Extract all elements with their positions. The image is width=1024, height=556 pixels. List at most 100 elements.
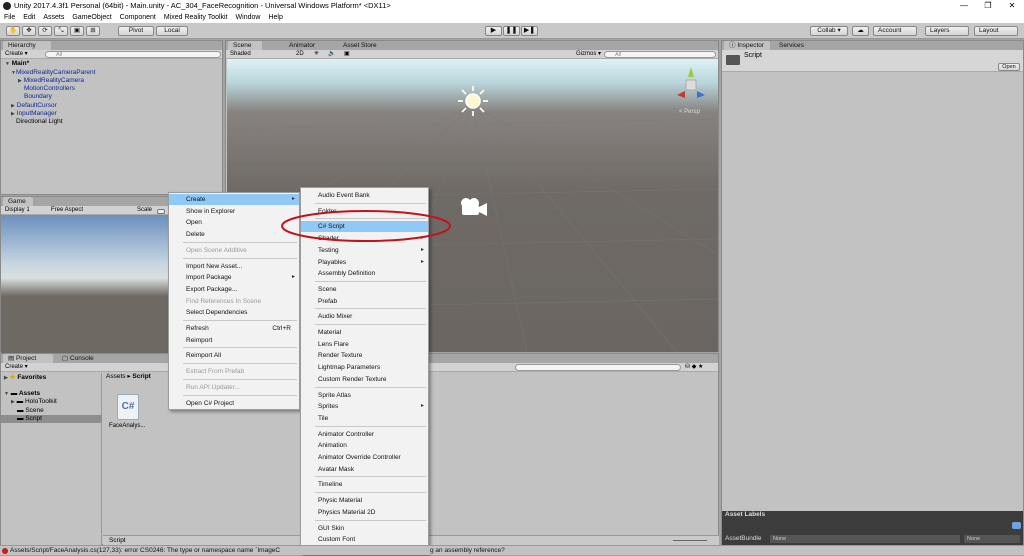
tab-project[interactable]: ▤ Project [3, 354, 53, 363]
sub-custom-render-texture[interactable]: Custom Render Texture [301, 374, 428, 385]
menu-gameobject[interactable]: GameObject [72, 12, 111, 23]
ctx-reimport-all[interactable]: Reimport All [169, 350, 299, 361]
folder-holotoolkit[interactable]: ▶ ▬ HoloToolkit [11, 398, 57, 406]
scale-slider-handle[interactable] [157, 209, 165, 214]
layers-dropdown[interactable]: Layers [925, 26, 969, 36]
ctx-reimport[interactable]: Reimport [169, 335, 299, 346]
display-dropdown[interactable]: Display 1 [5, 206, 30, 214]
local-toggle[interactable]: Local [156, 26, 188, 36]
sub-physic-material[interactable]: Physic Material [301, 495, 428, 506]
tab-hierarchy[interactable]: Hierarchy [3, 41, 51, 50]
sub-material[interactable]: Material [301, 327, 428, 338]
ctx-select-dependencies[interactable]: Select Dependencies [169, 307, 299, 318]
2d-toggle[interactable]: 2D [296, 50, 304, 58]
close-window-button[interactable]: ✕ [1000, 0, 1024, 12]
project-search-input[interactable] [515, 364, 681, 371]
assetbundle-variant-dropdown[interactable]: None [964, 535, 1020, 543]
menu-window[interactable]: Window [236, 12, 261, 23]
sub-custom-font[interactable]: Custom Font [301, 534, 428, 545]
play-button[interactable]: ▶ [485, 26, 502, 36]
tab-console[interactable]: ▢ Console [57, 354, 107, 363]
hierarchy-item-defaultcursor[interactable]: ▶ DefaultCursor [11, 102, 57, 110]
hierarchy-item-mixedrealitycameraparent[interactable]: ▼MixedRealityCameraParent [11, 69, 95, 77]
sub-playables[interactable]: Playables ▸ [301, 257, 428, 268]
hierarchy-item-motioncontrollers[interactable]: MotionControllers [24, 85, 75, 93]
folder-script-selected[interactable]: ▬ Script [1, 415, 102, 423]
tab-inspector[interactable]: ⓘ Inspector [724, 41, 770, 50]
scene-search-input[interactable]: All [604, 51, 716, 58]
sub-timeline[interactable]: Timeline [301, 479, 428, 490]
sub-animator-override-controller[interactable]: Animator Override Controller [301, 452, 428, 463]
tab-asset-store[interactable]: Asset Store [338, 41, 388, 50]
menu-help[interactable]: Help [268, 12, 282, 23]
account-dropdown[interactable]: Account [873, 26, 917, 36]
sub-sprite-atlas[interactable]: Sprite Atlas [301, 390, 428, 401]
ctx-open-scene-additive[interactable]: Open Scene Additive [169, 245, 299, 256]
ctx-find-references-in-scene[interactable]: Find References In Scene [169, 296, 299, 307]
sub-render-texture[interactable]: Render Texture [301, 350, 428, 361]
tab-services[interactable]: Services [774, 41, 814, 50]
camera-gizmo-icon[interactable] [458, 197, 490, 217]
effects-toggle-icon[interactable]: ▣ [344, 50, 350, 58]
move-tool-icon[interactable]: ✥ [22, 26, 36, 36]
sub-animation[interactable]: Animation [301, 440, 428, 451]
hierarchy-item-mixedrealitycamera[interactable]: ▶ MixedRealityCamera [18, 77, 84, 85]
open-button[interactable]: Open [998, 63, 1020, 71]
sub-animator-controller[interactable]: Animator Controller [301, 429, 428, 440]
csharp-file-icon[interactable]: C# [117, 394, 139, 420]
pause-button[interactable]: ❚❚ [503, 26, 520, 36]
menu-file[interactable]: File [4, 12, 15, 23]
sub-prefab[interactable]: Prefab [301, 296, 428, 307]
scene-orientation-gizmo[interactable] [671, 65, 711, 105]
hierarchy-item-inputmanager[interactable]: ▶ InputManager [11, 110, 57, 118]
project-create-button[interactable]: Create ▾ [5, 363, 28, 371]
hierarchy-item-directional-light[interactable]: Directional Light [16, 118, 63, 126]
shading-mode-dropdown[interactable]: Shaded [230, 50, 251, 58]
audio-toggle-icon[interactable]: 🔈 [328, 50, 335, 58]
menu-mixed-reality-toolkit[interactable]: Mixed Reality Toolkit [164, 12, 228, 23]
ctx-import-package[interactable]: Import Package ▸ [169, 272, 299, 283]
menu-assets[interactable]: Assets [43, 12, 64, 23]
cloud-icon[interactable]: ☁ [852, 26, 869, 36]
hand-tool-icon[interactable]: ✋ [6, 26, 20, 36]
assets-node[interactable]: ▼ ▬ Assets [4, 390, 40, 398]
lighting-toggle-icon[interactable]: ✳ [314, 50, 319, 58]
hierarchy-create-button[interactable]: Create ▾ [5, 50, 28, 58]
rect-tool-icon[interactable]: ▣ [70, 26, 84, 36]
sub-testing[interactable]: Testing ▸ [301, 245, 428, 256]
collab-dropdown[interactable]: Collab ▾ [810, 26, 848, 36]
icon-size-slider[interactable] [673, 540, 707, 541]
ctx-import-new-asset[interactable]: Import New Asset... [169, 261, 299, 272]
sub-sprites[interactable]: Sprites ▸ [301, 401, 428, 412]
breadcrumb-assets[interactable]: Assets [106, 373, 126, 380]
ctx-open-c-project[interactable]: Open C# Project [169, 398, 299, 409]
maximize-button[interactable]: ❐ [976, 0, 1000, 12]
status-bar[interactable]: Assets/Script/FaceAnalysis.cs(127,33): e… [0, 545, 1024, 555]
tab-scene[interactable]: Scene [228, 41, 262, 50]
perspective-label[interactable]: < Persp [679, 109, 700, 115]
sub-audio-event-bank[interactable]: Audio Event Bank [301, 190, 428, 201]
pivot-toggle[interactable]: Pivot [118, 26, 154, 36]
ctx-run-api-updater[interactable]: Run API Updater... [169, 382, 299, 393]
file-name-label[interactable]: FaceAnalys... [109, 422, 145, 430]
filter-icons[interactable]: ⛁ ◆ ★ [685, 363, 703, 371]
sub-scene[interactable]: Scene [301, 284, 428, 295]
menu-edit[interactable]: Edit [23, 12, 35, 23]
sub-physics-material-2d[interactable]: Physics Material 2D [301, 507, 428, 518]
ctx-refresh[interactable]: Refresh Ctrl+R [169, 323, 299, 334]
hierarchy-scene-main[interactable]: ▼ Main* [5, 60, 29, 68]
hierarchy-item-boundary[interactable]: Boundary [24, 93, 52, 101]
layout-dropdown[interactable]: Layout [974, 26, 1018, 36]
label-tag-icon[interactable] [1012, 522, 1021, 529]
step-button[interactable]: ▶❚ [521, 26, 538, 36]
directional-light-sun-icon[interactable] [457, 85, 489, 117]
menu-component[interactable]: Component [120, 12, 156, 23]
sub-audio-mixer[interactable]: Audio Mixer [301, 311, 428, 322]
sub-tile[interactable]: Tile [301, 413, 428, 424]
breadcrumb-script[interactable]: Script [132, 373, 150, 380]
sub-lens-flare[interactable]: Lens Flare [301, 339, 428, 350]
sub-assembly-definition[interactable]: Assembly Definition [301, 268, 428, 279]
folder-scene[interactable]: ▬ Scene [17, 407, 44, 415]
ctx-export-package[interactable]: Export Package... [169, 284, 299, 295]
sub-avatar-mask[interactable]: Avatar Mask [301, 464, 428, 475]
